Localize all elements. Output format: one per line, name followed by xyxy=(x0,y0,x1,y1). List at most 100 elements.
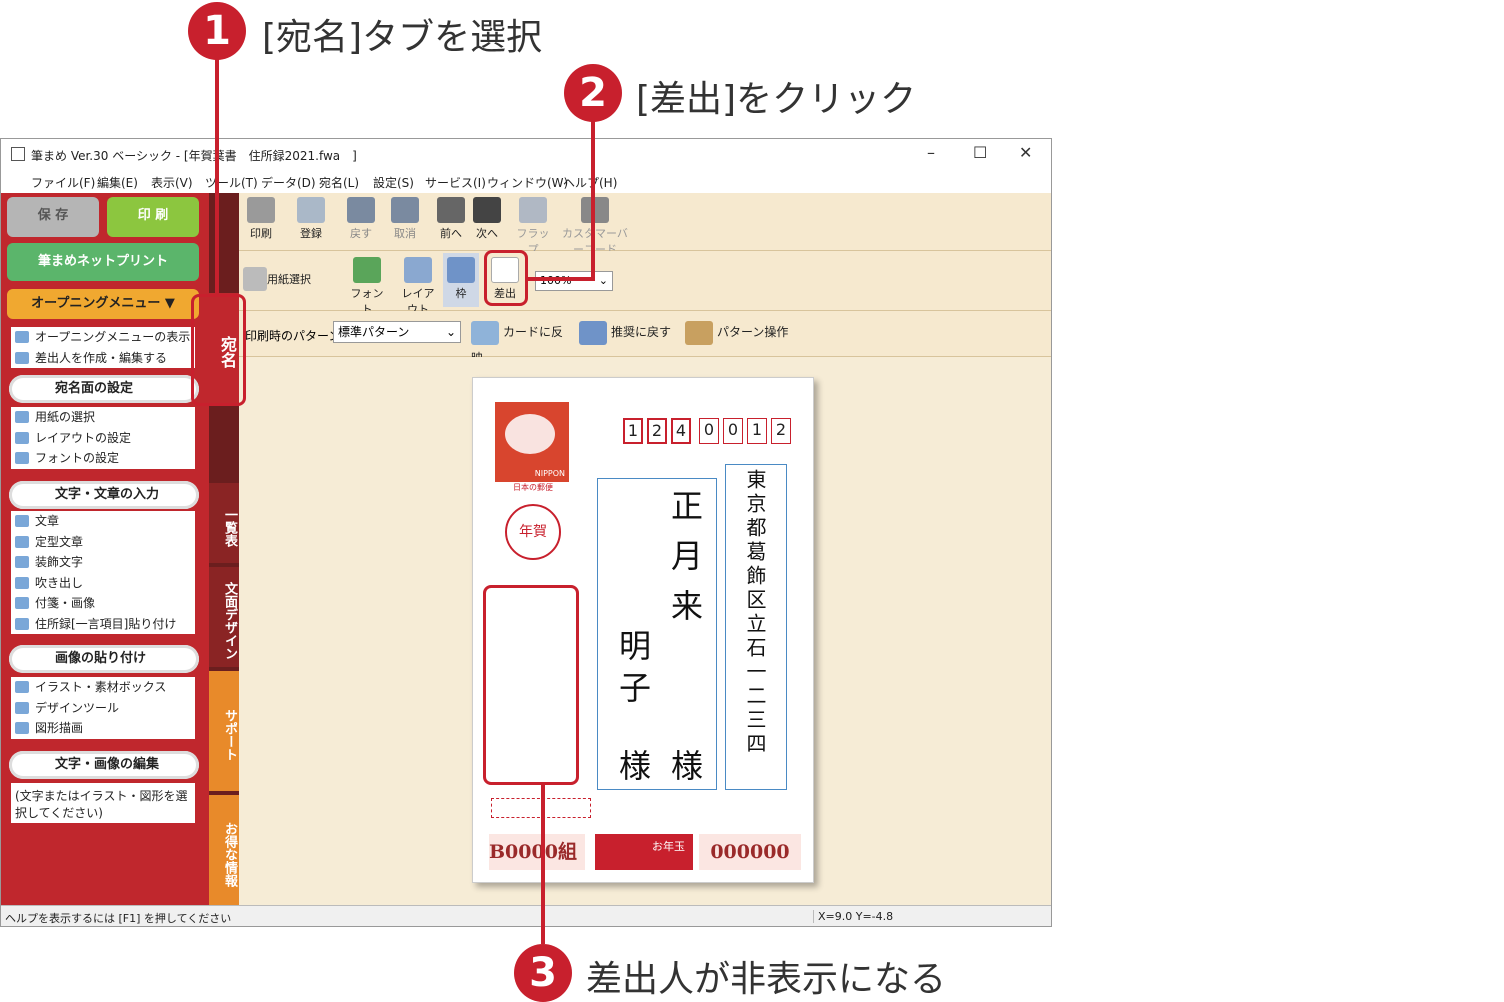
menu-address[interactable]: 宛名(L) xyxy=(319,174,359,191)
item-deco-text[interactable]: 装飾文字 xyxy=(11,552,195,573)
recipient-address: 東京都葛飾区立石一二三四 xyxy=(743,469,767,757)
section-address-setup-label: 宛名面の設定 xyxy=(55,381,134,396)
tab-design[interactable]: 文面デザイン xyxy=(209,567,239,667)
template-icon xyxy=(15,535,29,548)
sender-icon xyxy=(15,351,29,364)
box-icon xyxy=(15,681,29,693)
item-sentence-label: 文章 xyxy=(35,514,60,528)
name-frame[interactable]: 正月来 明子 様 様 xyxy=(597,478,717,790)
opening-list: オープニングメニューの表示 差出人を作成・編集する xyxy=(11,327,195,368)
callout-1-text: [宛名]タブを選択 xyxy=(262,17,543,58)
item-layout-label: レイアウトの設定 xyxy=(35,430,132,445)
flap-tool[interactable]: フラップ xyxy=(513,197,553,257)
highlight-sender-button xyxy=(484,250,528,306)
item-template[interactable]: 定型文章 xyxy=(11,532,195,553)
item-shape-draw[interactable]: 図形描画 xyxy=(11,718,195,739)
lottery-badge-text: お年玉 xyxy=(652,840,685,853)
menu-edit[interactable]: 編集(E) xyxy=(97,174,138,191)
font-tool[interactable]: フォント xyxy=(349,257,385,317)
pattern-select[interactable]: 標準パターン ⌄ xyxy=(333,321,461,343)
minimize-button[interactable]: – xyxy=(927,143,935,162)
paper-select-tool[interactable]: 用紙選択 xyxy=(243,267,331,293)
menu-service[interactable]: サービス(I) xyxy=(425,174,486,191)
item-balloon[interactable]: 吹き出し xyxy=(11,573,195,594)
section-edit-label: 文字・画像の編集 xyxy=(55,757,160,772)
netprint-button[interactable]: 筆まめネットプリント xyxy=(7,243,199,281)
undo-tool[interactable]: 戻す xyxy=(343,197,379,241)
window-title: 筆まめ Ver.30 ベーシック - [年賀葉書 住所録2021.fwa ] xyxy=(31,149,357,163)
redo-tool[interactable]: 取消 xyxy=(387,197,423,241)
opening-menu-button[interactable]: オープニングメニュー ▼ xyxy=(7,289,199,319)
zip-digit: 2 xyxy=(771,418,791,444)
prev-tool[interactable]: 前へ xyxy=(435,197,467,241)
next-tool[interactable]: 次へ xyxy=(471,197,503,241)
register-icon xyxy=(297,197,325,223)
address-setup-list: 用紙の選択 レイアウトの設定 フォントの設定 xyxy=(11,407,195,469)
zoom-select[interactable]: 100%⌄ xyxy=(535,271,613,291)
item-illust-box[interactable]: イラスト・素材ボックス xyxy=(11,677,195,698)
print-tool[interactable]: 印刷 xyxy=(243,197,279,241)
zip-digit: 0 xyxy=(723,418,743,444)
crane-icon xyxy=(505,414,555,454)
item-layout[interactable]: レイアウトの設定 xyxy=(11,428,195,449)
register-tool-label: 登録 xyxy=(300,227,322,240)
reset-icon xyxy=(579,320,607,345)
zip-digit: 1 xyxy=(747,418,767,444)
item-font[interactable]: フォントの設定 xyxy=(11,448,195,469)
stamp: NIPPON xyxy=(495,402,569,482)
netprint-label: 筆まめネットプリント xyxy=(37,254,168,269)
section-text-input[interactable]: 文字・文章の入力 xyxy=(9,481,199,509)
item-design-tool[interactable]: デザインツール xyxy=(11,698,195,719)
menu-view[interactable]: 表示(V) xyxy=(151,174,193,191)
menu-file[interactable]: ファイル(F) xyxy=(31,174,95,191)
section-image-paste[interactable]: 画像の貼り付け xyxy=(9,645,199,673)
toolbar-main: 印刷 登録 戻す 取消 前へ 次へ フラップ カスタマーバーコード xyxy=(239,193,1051,256)
menu-tool[interactable]: ツール(T) xyxy=(205,174,258,191)
opening-item-sender[interactable]: 差出人を作成・編集する xyxy=(11,348,195,369)
tab-list[interactable]: 一覧表 xyxy=(209,483,239,563)
image-paste-list: イラスト・素材ボックス デザインツール 図形描画 xyxy=(11,677,195,739)
pattern-op-button[interactable]: パターン操作 xyxy=(685,319,795,345)
layout-tool[interactable]: レイアウト xyxy=(399,257,437,317)
item-sticky-label: 付箋・画像 xyxy=(35,596,96,610)
address-frame[interactable]: 東京都葛飾区立石一二三四 xyxy=(725,464,787,790)
maximize-button[interactable]: ☐ xyxy=(973,143,987,162)
item-balloon-label: 吹き出し xyxy=(35,575,84,590)
chevron-down-icon: ⌄ xyxy=(445,325,456,339)
callout-2-line-v xyxy=(591,120,595,280)
menu-window[interactable]: ウィンドウ(W) xyxy=(487,174,568,191)
item-sticky[interactable]: 付箋・画像 xyxy=(11,593,195,614)
menu-data[interactable]: データ(D) xyxy=(261,174,316,191)
register-tool[interactable]: 登録 xyxy=(293,197,329,241)
section-text-input-label: 文字・文章の入力 xyxy=(55,487,160,502)
save-button[interactable]: 保 存 xyxy=(7,197,99,237)
opening-label: オープニングメニュー xyxy=(31,296,161,311)
status-coords: X=9.0 Y=-4.8 xyxy=(813,910,923,923)
honorific-2: 様 xyxy=(614,749,652,781)
toolbar-address: 用紙選択 フォント レイアウト 枠 差出 100%⌄ xyxy=(239,251,1051,316)
frame-tool[interactable]: 枠 xyxy=(443,253,479,307)
menu-settings[interactable]: 設定(S) xyxy=(373,174,414,191)
stamp-sub: 日本の郵便 xyxy=(513,483,553,492)
zip-digit: 2 xyxy=(647,418,667,444)
print-tool-label: 印刷 xyxy=(250,227,272,240)
recommend-button[interactable]: 推奨に戻す xyxy=(579,319,675,345)
lottery-group: B0000組 xyxy=(489,834,585,870)
section-address-setup[interactable]: 宛名面の設定 xyxy=(9,375,199,403)
left-panel: 保 存 印 刷 筆まめネットプリント オープニングメニュー ▼ オープニングメニ… xyxy=(1,193,209,905)
callout-1-badge: 1 xyxy=(188,2,246,60)
item-design-tool-label: デザインツール xyxy=(35,700,120,715)
opening-item-show[interactable]: オープニングメニューの表示 xyxy=(11,327,195,348)
honorific-1: 様 xyxy=(666,749,704,781)
section-edit[interactable]: 文字・画像の編集 xyxy=(9,751,199,779)
item-sentence[interactable]: 文章 xyxy=(11,511,195,532)
item-paper[interactable]: 用紙の選択 xyxy=(11,407,195,428)
tab-deals[interactable]: お得な情報 xyxy=(209,795,239,905)
tab-support[interactable]: サポート xyxy=(209,671,239,791)
barcode-tool[interactable]: カスタマーバーコード xyxy=(557,197,633,257)
close-button[interactable]: ✕ xyxy=(1019,143,1032,162)
opening-item-sender-label: 差出人を作成・編集する xyxy=(35,350,168,365)
print-button[interactable]: 印 刷 xyxy=(107,197,199,237)
balloon-icon xyxy=(15,576,29,589)
item-paste-address[interactable]: 住所録[一言項目]貼り付け xyxy=(11,614,195,635)
